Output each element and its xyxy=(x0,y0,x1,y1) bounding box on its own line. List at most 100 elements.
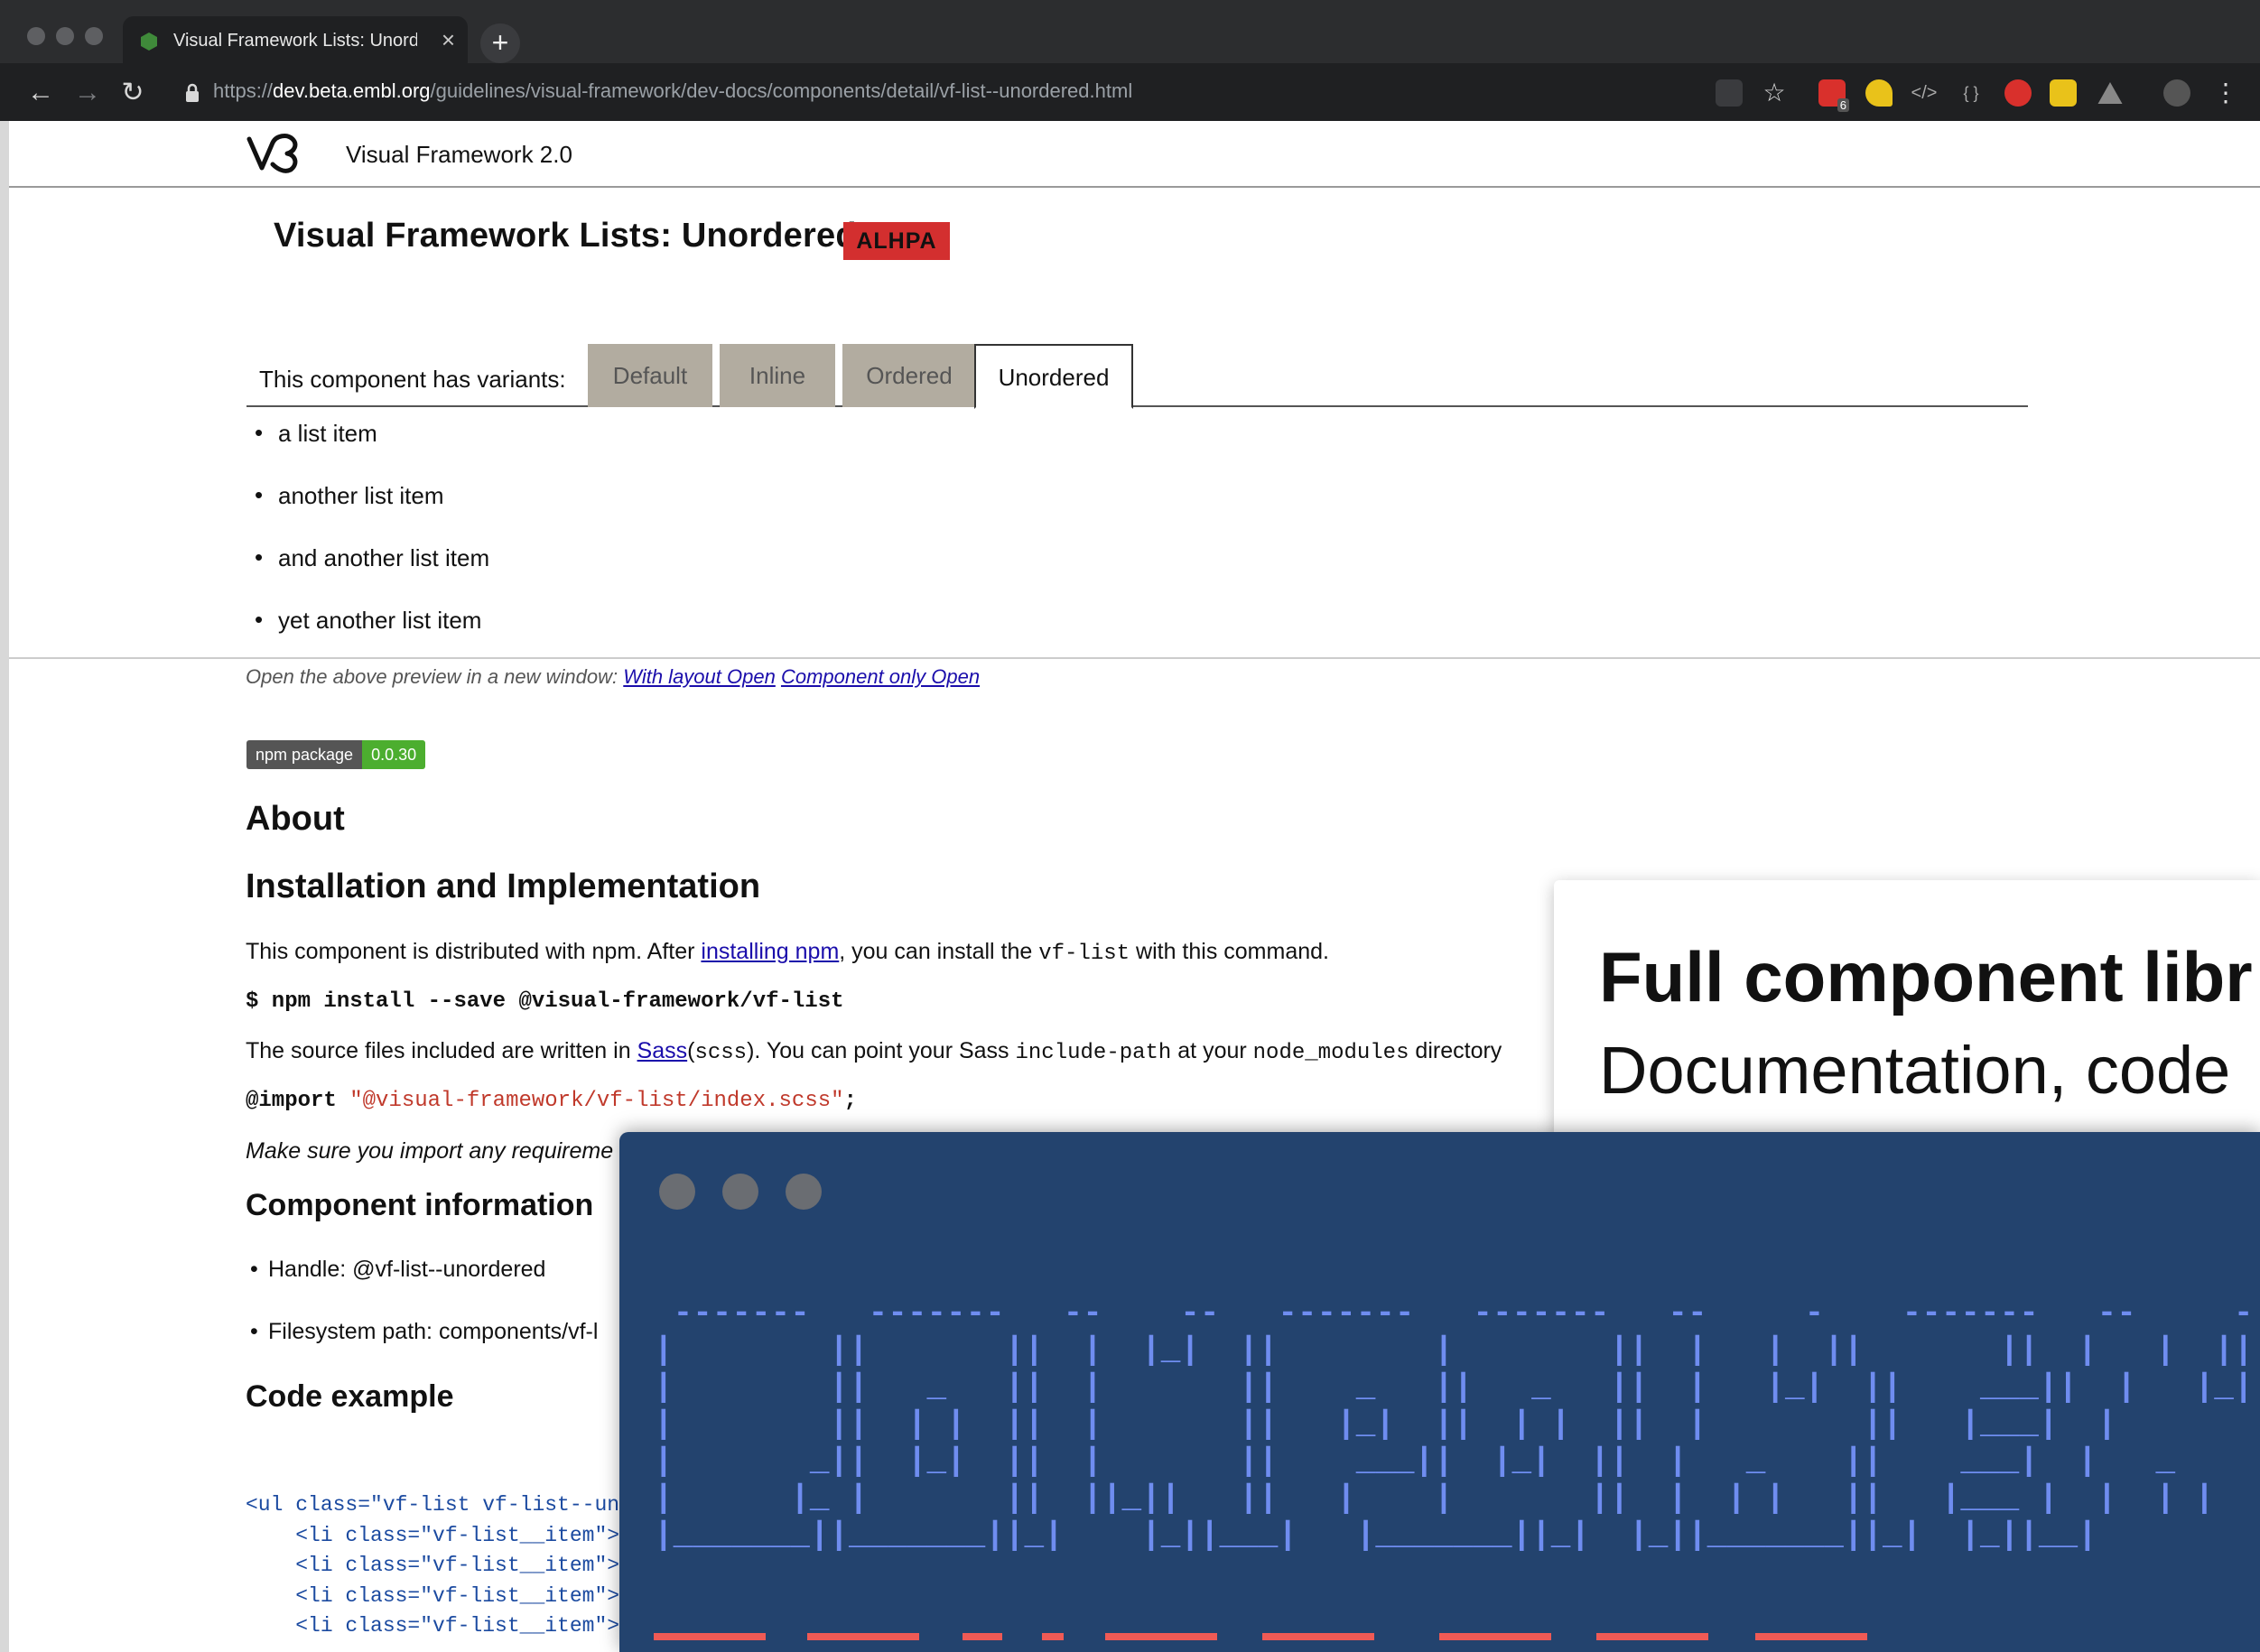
lock-icon xyxy=(186,83,199,102)
install-heading: Installation and Implementation xyxy=(246,868,761,905)
ascii-red-dash xyxy=(1262,1633,1374,1640)
code-extension-icon[interactable]: </> xyxy=(1911,79,1938,107)
drive-extension-icon[interactable] xyxy=(2097,82,2123,104)
import-end: ; xyxy=(843,1089,857,1113)
tab-inline[interactable]: Inline xyxy=(720,344,835,407)
site-title[interactable]: Visual Framework 2.0 xyxy=(346,141,572,169)
browser-chrome: Visual Framework Lists: Unordé × + ← → ↻… xyxy=(0,0,2260,121)
list-item: and another list item xyxy=(255,543,489,607)
menu-kebab-icon[interactable]: ⋮ xyxy=(2212,79,2239,107)
installing-npm-link[interactable]: installing npm xyxy=(701,939,839,964)
address-bar[interactable]: https://dev.beta.embl.org/guidelines/vis… xyxy=(213,79,1132,103)
star-icon[interactable]: ☆ xyxy=(1761,79,1788,107)
ascii-red-dash xyxy=(1439,1633,1551,1640)
sass-text: directory xyxy=(1409,1038,1502,1063)
import-path: "@visual-framework/vf-list/index.scss" xyxy=(349,1089,844,1113)
code-line: <ul class="vf-list vf-list--unc xyxy=(246,1493,632,1517)
requirements-note: Make sure you import any requireme xyxy=(246,1138,614,1164)
npm-badge-label: npm package xyxy=(246,740,363,769)
terminal-close-dot[interactable] xyxy=(659,1174,695,1210)
code-example: <ul class="vf-list vf-list--unc <li clas… xyxy=(246,1490,632,1642)
tab-unordered[interactable]: Unordered xyxy=(974,344,1133,409)
include-path-code: include-path xyxy=(1015,1041,1172,1065)
import-statement: @import "@visual-framework/vf-list/index… xyxy=(246,1089,857,1113)
window-close-dot[interactable] xyxy=(27,27,45,45)
close-icon[interactable]: × xyxy=(442,26,455,53)
code-line: <li class="vf-list__item">a xyxy=(246,1523,632,1547)
install-text: with this command. xyxy=(1130,939,1329,964)
open-with-layout-link[interactable]: With layout Open xyxy=(623,665,776,688)
browser-toolbar: ← → ↻ https://dev.beta.embl.org/guidelin… xyxy=(0,65,2260,121)
url-path: /guidelines/visual-framework/dev-docs/co… xyxy=(430,79,1133,102)
translate-icon[interactable] xyxy=(1716,79,1743,107)
open-preview-line: Open the above preview in a new window: … xyxy=(246,665,980,689)
broom-extension-icon[interactable] xyxy=(1865,79,1893,107)
plus-icon: + xyxy=(491,26,509,59)
site-header: Visual Framework 2.0 xyxy=(9,121,2260,188)
promo-subtitle: Documentation, code xyxy=(1599,1033,2231,1108)
ascii-art-banner: ------- ------- -- -- ------- ------- --… xyxy=(654,1295,2260,1554)
extension-badge-count: 6 xyxy=(1837,98,1849,112)
package-name-code: vf-list xyxy=(1038,942,1130,966)
sass-text: ). You can point your Sass xyxy=(747,1038,1016,1063)
window-zoom-dot[interactable] xyxy=(85,27,103,45)
list-item: a list item xyxy=(255,419,489,482)
json-extension-icon[interactable]: { } xyxy=(1958,79,1985,107)
forward-arrow-icon[interactable]: → xyxy=(70,76,105,110)
reload-icon[interactable]: ↻ xyxy=(116,76,150,110)
window-minimize-dot[interactable] xyxy=(56,27,74,45)
site-favicon-icon xyxy=(141,32,157,51)
terminal-minimize-dot[interactable] xyxy=(722,1174,758,1210)
terminal-zoom-dot[interactable] xyxy=(786,1174,822,1210)
page-title: Visual Framework Lists: Unordered xyxy=(274,217,857,255)
component-preview: a list item another list item and anothe… xyxy=(9,407,2260,659)
variants-bar: This component has variants: Default Inl… xyxy=(246,344,2028,409)
vf-logo-icon[interactable] xyxy=(246,132,302,173)
npm-badge-version: 0.0.30 xyxy=(362,740,426,769)
component-info-heading: Component information xyxy=(246,1188,594,1222)
install-command: $ npm install --save @visual-framework/v… xyxy=(246,989,844,1014)
sass-text: The source files included are written in xyxy=(246,1038,637,1063)
variants-label: This component has variants: xyxy=(259,366,566,393)
js-extension-icon[interactable] xyxy=(2050,79,2077,107)
ascii-red-dash xyxy=(1596,1633,1708,1640)
install-text: This component is distributed with npm. … xyxy=(246,939,702,964)
sass-paragraph: The source files included are written in… xyxy=(246,1038,1502,1065)
filesystem-path-item: Filesystem path: components/vf-l xyxy=(250,1319,598,1345)
code-line: <li class="vf-list__item">y xyxy=(246,1614,632,1638)
extension-badge-icon[interactable]: 6 xyxy=(1818,79,1849,112)
ascii-red-dash xyxy=(963,1633,1002,1640)
tab-ordered[interactable]: Ordered xyxy=(842,344,976,407)
sass-text: at your xyxy=(1171,1038,1253,1063)
install-text: , you can install the xyxy=(839,939,1039,964)
handle-item: Handle: @vf-list--unordered xyxy=(250,1257,545,1283)
avatar[interactable] xyxy=(2163,79,2190,107)
install-paragraph: This component is distributed with npm. … xyxy=(246,939,1329,966)
url-scheme: https:// xyxy=(213,79,274,102)
sass-link[interactable]: Sass xyxy=(637,1038,688,1063)
ghost-extension-icon[interactable] xyxy=(2004,79,2032,107)
tab-title: Visual Framework Lists: Unordé xyxy=(173,31,417,51)
open-component-only-link[interactable]: Component only Open xyxy=(781,665,980,688)
about-heading: About xyxy=(246,800,345,838)
code-line: <li class="vf-list__item">a xyxy=(246,1583,632,1608)
ascii-art-red-row xyxy=(654,1633,2260,1652)
ascii-red-dash xyxy=(1042,1633,1064,1640)
preview-list: a list item another list item and anothe… xyxy=(255,419,489,669)
promo-card[interactable]: Full component libr Documentation, code xyxy=(1554,880,2260,1151)
code-example-heading: Code example xyxy=(246,1379,454,1414)
back-arrow-icon[interactable]: ← xyxy=(23,76,58,110)
npm-badge[interactable]: npm package 0.0.30 xyxy=(246,740,426,769)
open-prefix: Open the above preview in a new window: xyxy=(246,665,618,688)
terminal-window[interactable]: ------- ------- -- -- ------- ------- --… xyxy=(619,1132,2260,1652)
import-keyword: @import xyxy=(246,1089,337,1113)
node-modules-code: node_modules xyxy=(1252,1041,1409,1065)
tab-default[interactable]: Default xyxy=(588,344,712,407)
new-tab-button[interactable]: + xyxy=(480,23,520,63)
url-host: dev.beta.embl.org xyxy=(273,79,431,102)
tab-strip: Visual Framework Lists: Unordé × + xyxy=(0,0,2260,65)
code-line: <li class="vf-list__item">a xyxy=(246,1554,632,1577)
ascii-red-dash xyxy=(654,1633,766,1640)
list-item: yet another list item xyxy=(255,606,489,669)
browser-tab[interactable]: Visual Framework Lists: Unordé × xyxy=(123,16,468,65)
